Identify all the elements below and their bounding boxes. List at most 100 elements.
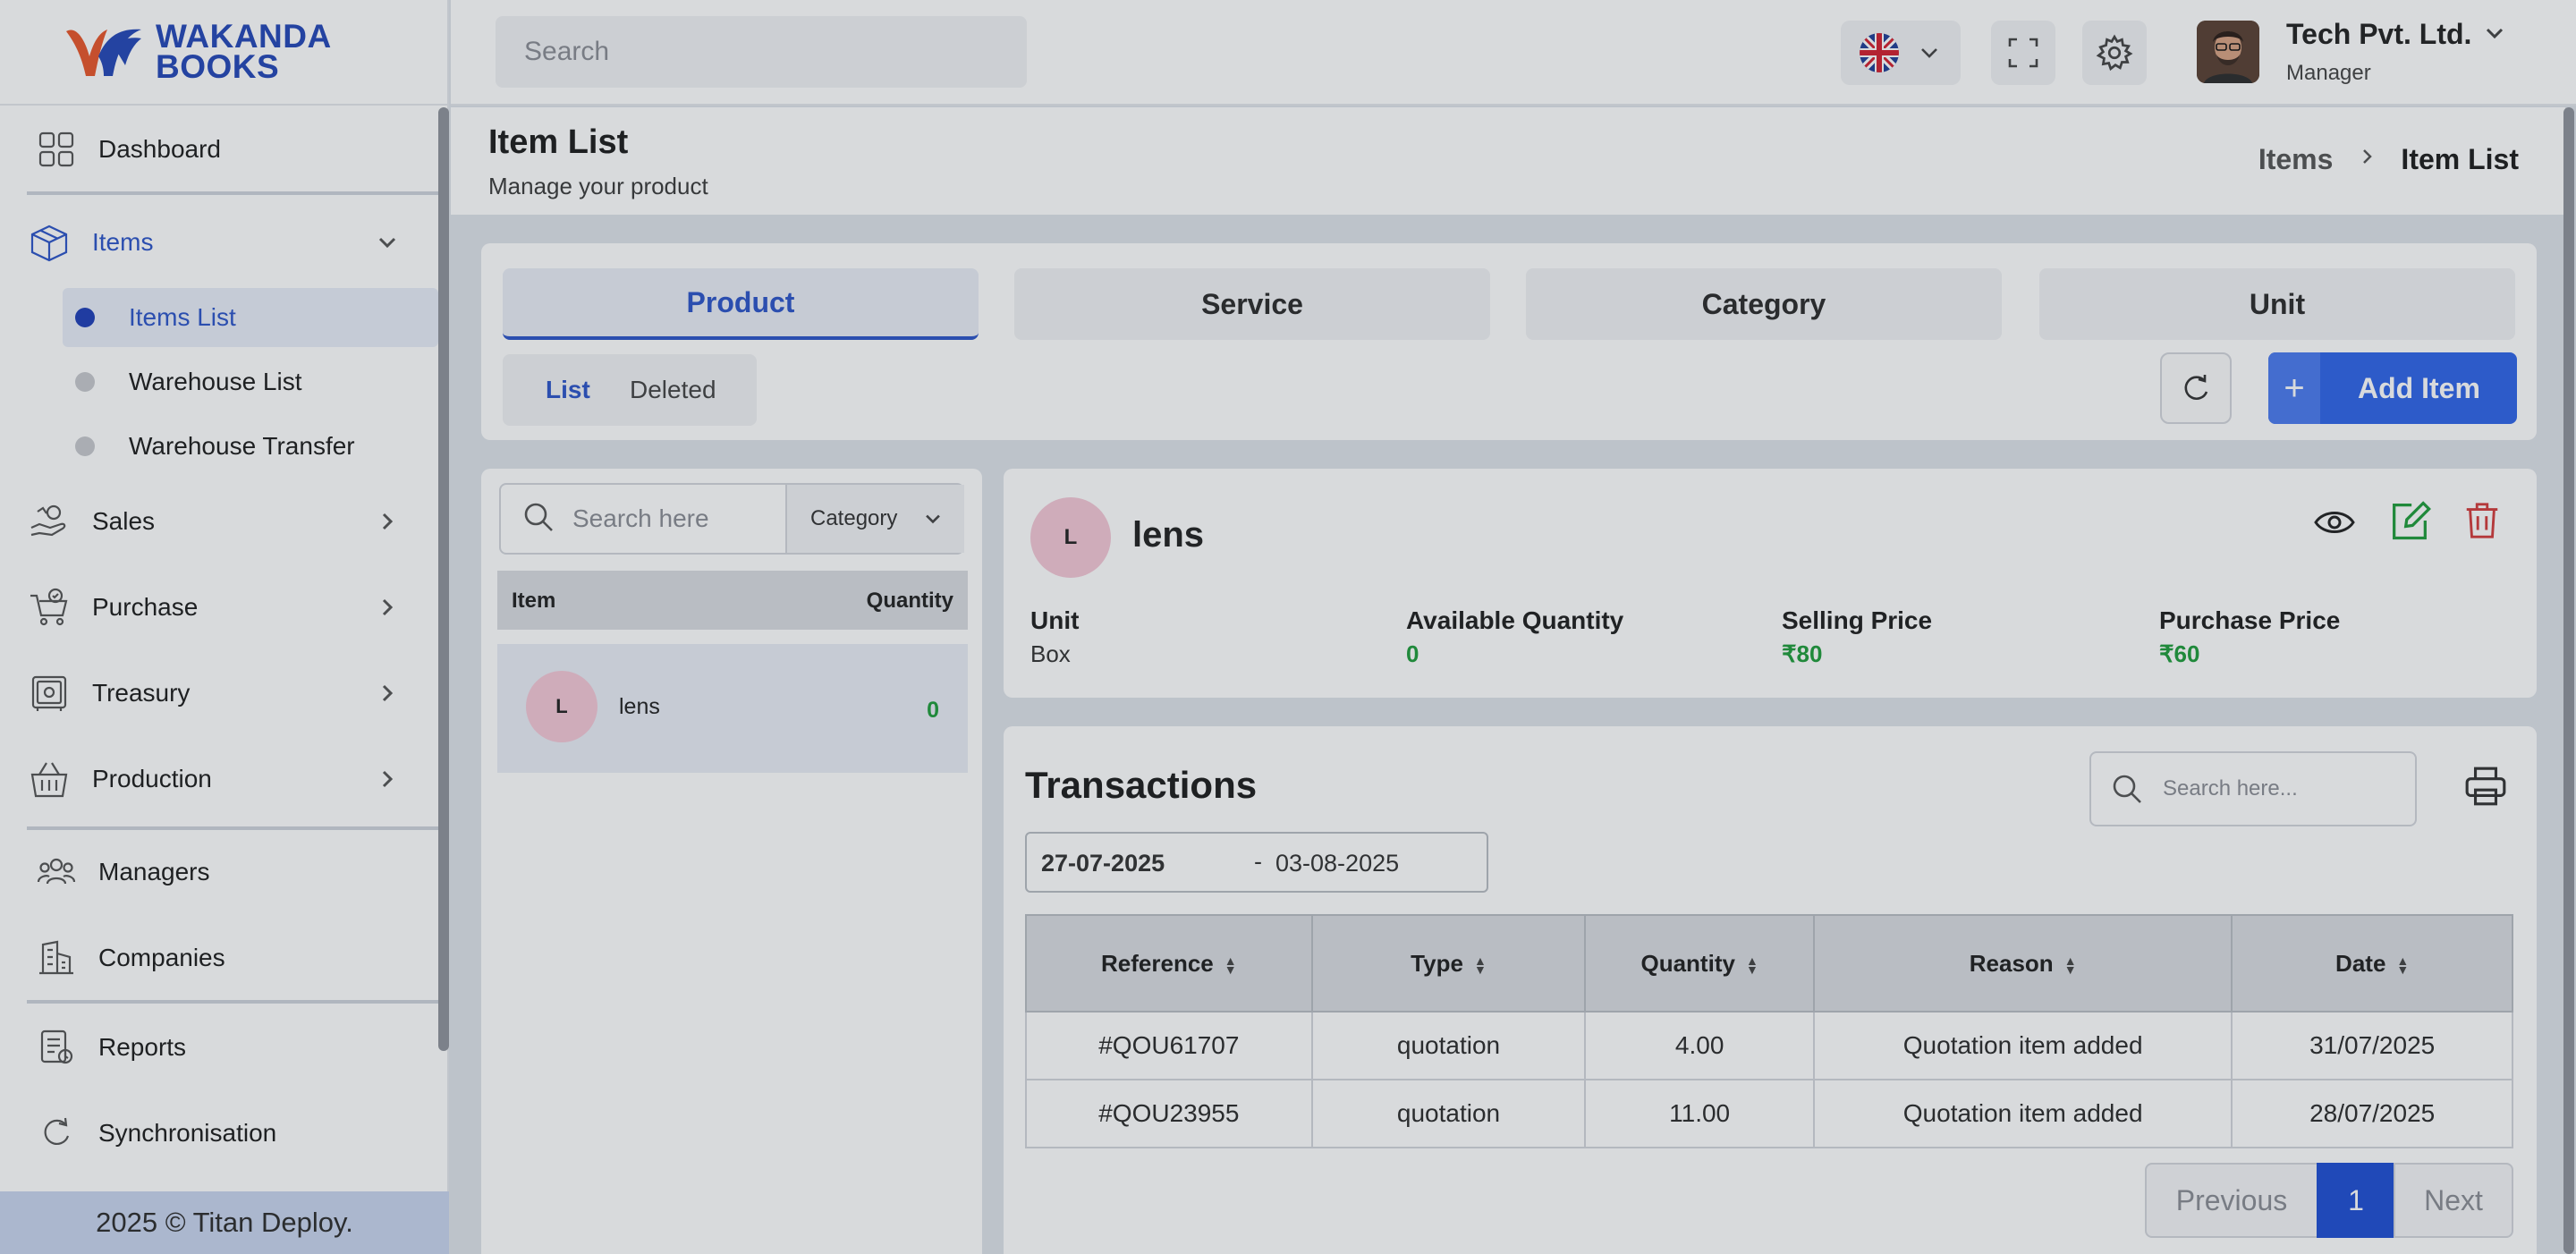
- view-button[interactable]: [2313, 501, 2356, 548]
- tab-category[interactable]: Category: [1526, 268, 2002, 340]
- date-to: 03-08-2025: [1275, 850, 1400, 877]
- delete-button[interactable]: [2462, 499, 2503, 545]
- transactions-search-input[interactable]: Search here...: [2089, 751, 2417, 826]
- tab-unit[interactable]: Unit: [2039, 268, 2515, 340]
- sidebar-item-label: Managers: [98, 858, 210, 885]
- report-icon: [34, 1025, 79, 1070]
- brand-line2: BOOKS: [156, 48, 280, 85]
- safe-icon: [27, 671, 72, 716]
- sidebar-item-label: Companies: [98, 944, 225, 971]
- available-quantity-label: Available Quantity: [1406, 606, 1624, 634]
- sort-icon: ▲ ▼: [1745, 953, 1758, 977]
- sidebar-item-label: Dashboard: [98, 135, 221, 163]
- sidebar-item-items[interactable]: Items: [0, 216, 438, 268]
- sidebar-item-sales[interactable]: Sales: [0, 496, 438, 547]
- list-item[interactable]: L lens 0: [497, 644, 968, 773]
- pagination-previous-button[interactable]: Previous: [2145, 1163, 2318, 1238]
- table-row[interactable]: #QOU61707 quotation 4.00 Quotation item …: [1025, 1011, 2513, 1080]
- column-header-reason[interactable]: Reason ▲ ▼: [1812, 914, 2233, 1013]
- tab-service[interactable]: Service: [1014, 268, 1490, 340]
- sort-icon: ▲ ▼: [1473, 953, 1487, 977]
- sidebar-item-companies[interactable]: Companies: [0, 932, 438, 984]
- sidebar-item-label: Warehouse List: [129, 368, 302, 395]
- column-header-type[interactable]: Type ▲ ▼: [1310, 914, 1587, 1013]
- cell-type: quotation: [1310, 1011, 1587, 1080]
- fullscreen-button[interactable]: [1991, 21, 2055, 85]
- sidebar-item-items-list[interactable]: Items List: [63, 288, 438, 347]
- transactions-table: Reference ▲ ▼ Type ▲ ▼ Quantity ▲ ▼ Reason ▲ ▼ D…: [1025, 914, 2513, 1148]
- table-row[interactable]: #QOU23955 quotation 11.00 Quotation item…: [1025, 1079, 2513, 1148]
- sidebar-item-reports[interactable]: Reports: [0, 1021, 438, 1073]
- column-header-label: Date: [2335, 949, 2386, 977]
- plus-icon: +: [2268, 352, 2320, 424]
- trash-icon: [2466, 503, 2498, 538]
- refresh-button[interactable]: [2160, 352, 2232, 424]
- category-filter-select[interactable]: Category: [785, 485, 964, 553]
- column-header-reference[interactable]: Reference ▲ ▼: [1025, 914, 1313, 1013]
- column-header-label: Type: [1411, 949, 1463, 977]
- add-item-button[interactable]: + Add Item: [2268, 352, 2517, 424]
- column-header-date[interactable]: Date ▲ ▼: [2231, 914, 2513, 1013]
- sidebar-item-purchase[interactable]: Purchase: [0, 581, 438, 633]
- sidebar-scrollbar[interactable]: [438, 107, 449, 1051]
- language-selector[interactable]: [1841, 21, 1961, 85]
- pagination-page-1[interactable]: 1: [2317, 1163, 2395, 1238]
- sidebar-item-label: Purchase: [92, 593, 199, 621]
- settings-button[interactable]: [2082, 21, 2147, 85]
- page-title: Item List: [488, 123, 629, 161]
- chevron-right-icon: [374, 680, 401, 707]
- divider: [27, 191, 440, 195]
- printer-icon: [2465, 767, 2506, 806]
- refresh-icon: [2184, 375, 2208, 400]
- purchase-price-value: ₹60: [2159, 640, 2200, 667]
- tab-product[interactable]: Product: [503, 268, 979, 340]
- company-name[interactable]: Tech Pvt. Ltd.: [2286, 18, 2471, 51]
- wakanda-logo-icon: [66, 29, 141, 76]
- chevron-right-icon: [374, 594, 401, 621]
- basket-icon: [27, 757, 72, 801]
- column-header-quantity[interactable]: Quantity ▲ ▼: [1584, 914, 1815, 1013]
- cell-reason: Quotation item added: [1812, 1079, 2233, 1148]
- page-scrollbar[interactable]: [2563, 107, 2574, 1254]
- sidebar-item-label: Sales: [92, 507, 156, 535]
- date-range-picker[interactable]: 27-07-2025 - 03-08-2025: [1025, 832, 1488, 893]
- chevron-down-icon: [1921, 48, 1937, 58]
- available-quantity-value: 0: [1406, 640, 1419, 667]
- toggle-deleted[interactable]: Deleted: [630, 376, 716, 404]
- chevron-down-icon[interactable]: [2481, 20, 2508, 51]
- sidebar-item-synchronisation[interactable]: Synchronisation: [0, 1107, 438, 1159]
- sidebar-item-label: Synchronisation: [98, 1119, 277, 1147]
- chevron-right-icon: [374, 766, 401, 792]
- column-header-label: Reason: [1969, 949, 2054, 977]
- sidebar-item-managers[interactable]: Managers: [0, 846, 438, 898]
- brand-logo[interactable]: WAKANDA BOOKS: [0, 0, 447, 106]
- sidebar-item-warehouse-transfer[interactable]: Warehouse Transfer: [63, 417, 438, 476]
- pagination-next-button[interactable]: Next: [2394, 1163, 2513, 1238]
- sidebar-item-warehouse-list[interactable]: Warehouse List: [63, 352, 438, 411]
- building-icon: [34, 936, 79, 980]
- sidebar-item-label: Reports: [98, 1033, 187, 1061]
- page-subtitle: Manage your product: [488, 173, 708, 199]
- item-quantity: 0: [927, 698, 939, 723]
- breadcrumb-items-link[interactable]: Items: [2258, 143, 2334, 176]
- chevron-down-icon: [374, 229, 401, 256]
- item-title: lens: [1132, 515, 1205, 555]
- column-header-label: Quantity: [1640, 949, 1735, 977]
- search-icon: [2113, 775, 2141, 803]
- gear-icon: [2096, 34, 2133, 72]
- sidebar-item-treasury[interactable]: Treasury: [0, 667, 438, 719]
- edit-button[interactable]: [2386, 497, 2433, 548]
- breadcrumb-current: Item List: [2401, 143, 2519, 175]
- list-deleted-toggle: List Deleted: [503, 354, 757, 426]
- toggle-list[interactable]: List: [546, 376, 590, 404]
- search-icon: [524, 503, 553, 531]
- sidebar-item-production[interactable]: Production: [0, 753, 438, 805]
- chevron-right-icon: [2356, 146, 2377, 174]
- avatar[interactable]: [2197, 21, 2259, 83]
- sidebar-item-dashboard[interactable]: Dashboard: [0, 123, 438, 175]
- item-search-input[interactable]: Search here Category: [499, 483, 964, 555]
- print-button[interactable]: [2463, 764, 2508, 813]
- global-search-input[interactable]: Search: [496, 16, 1027, 88]
- user-role: Manager: [2286, 61, 2371, 85]
- breadcrumb: Items Item List: [2258, 143, 2519, 176]
